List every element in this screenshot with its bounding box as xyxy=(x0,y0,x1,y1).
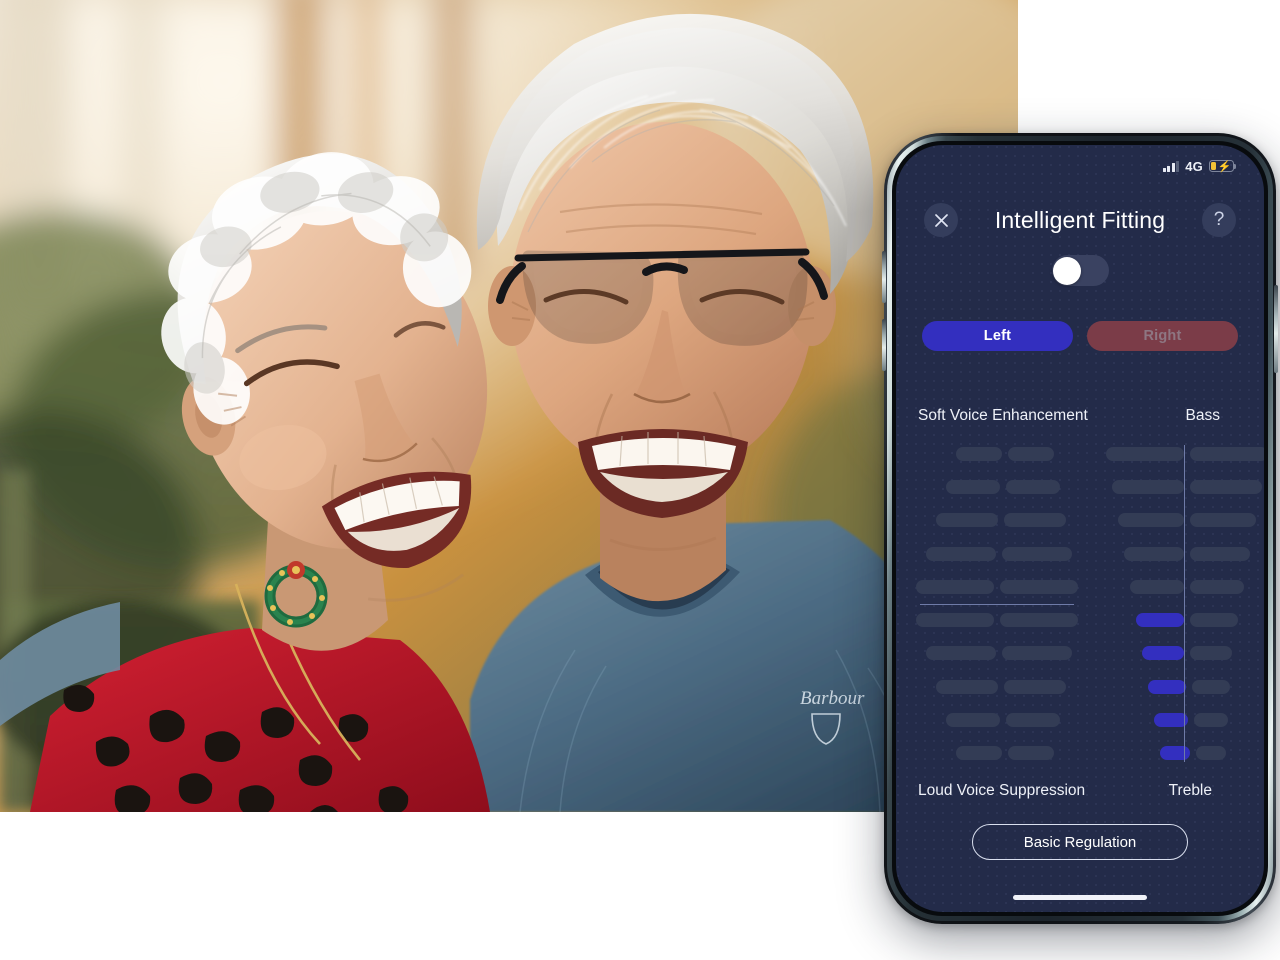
power-button[interactable] xyxy=(1274,285,1278,373)
eq-row[interactable] xyxy=(904,613,1078,628)
eq-pill[interactable] xyxy=(926,646,996,661)
voice-enhancement-suppression-slider[interactable] xyxy=(896,439,1092,768)
couple-photograph: Barbour xyxy=(0,0,1018,812)
volume-up-button[interactable] xyxy=(882,251,886,303)
eq-pill[interactable] xyxy=(1000,579,1078,594)
eq-pill[interactable] xyxy=(1002,546,1072,561)
eq-pill[interactable] xyxy=(946,480,1000,495)
eq-pill[interactable] xyxy=(926,546,996,561)
eq-pill[interactable] xyxy=(1194,712,1228,727)
phone-screen: 4G ⚡ Intelligent Fitting ? Left Right So… xyxy=(896,145,1264,912)
eq-pill[interactable] xyxy=(1008,447,1054,461)
basic-regulation-button[interactable]: Basic Regulation xyxy=(972,824,1188,860)
svg-text:Barbour: Barbour xyxy=(800,688,865,709)
column-separator xyxy=(1184,445,1185,762)
eq-pill[interactable] xyxy=(1190,646,1232,661)
bass-treble-slider[interactable] xyxy=(1092,439,1264,768)
eq-pill[interactable] xyxy=(1136,613,1184,628)
hero-photo: Barbour xyxy=(0,0,1018,812)
eq-row[interactable] xyxy=(1106,712,1264,727)
screen-header: Intelligent Fitting ? xyxy=(896,193,1264,247)
page-title: Intelligent Fitting xyxy=(994,206,1166,233)
eq-pill[interactable] xyxy=(1124,546,1184,561)
intelligent-fitting-toggle[interactable] xyxy=(1051,255,1109,286)
phone-mockup: 4G ⚡ Intelligent Fitting ? Left Right So… xyxy=(882,133,1278,924)
eq-pill[interactable] xyxy=(1190,613,1238,628)
home-indicator[interactable] xyxy=(1013,895,1147,900)
eq-pill[interactable] xyxy=(936,679,998,694)
eq-row[interactable] xyxy=(1106,480,1264,495)
eq-pill[interactable] xyxy=(956,447,1002,461)
equalizer-columns xyxy=(896,439,1264,768)
help-icon[interactable]: ? xyxy=(1202,203,1236,237)
eq-pill[interactable] xyxy=(1006,480,1060,495)
eq-pill[interactable] xyxy=(1004,513,1066,528)
eq-row[interactable] xyxy=(904,712,1078,727)
eq-pill[interactable] xyxy=(1118,513,1184,528)
eq-row[interactable] xyxy=(904,745,1078,760)
tab-left-ear[interactable]: Left xyxy=(922,321,1073,351)
eq-row[interactable] xyxy=(1106,513,1264,528)
screenshot-stage: Barbour 4G ⚡ Intelligent Fitting ? Left … xyxy=(0,0,1280,960)
eq-pill[interactable] xyxy=(1112,480,1184,495)
toggle-knob xyxy=(1053,256,1081,285)
eq-row[interactable] xyxy=(1106,745,1264,760)
eq-pill[interactable] xyxy=(1008,745,1054,760)
eq-pill[interactable] xyxy=(946,712,1000,727)
eq-pill[interactable] xyxy=(1190,480,1262,495)
volume-down-button[interactable] xyxy=(882,319,886,371)
eq-pill[interactable] xyxy=(1130,579,1184,594)
eq-pill[interactable] xyxy=(1142,646,1184,661)
eq-pill[interactable] xyxy=(1160,745,1190,760)
eq-pill[interactable] xyxy=(1190,447,1264,461)
ear-selector: Left Right xyxy=(922,321,1238,351)
eq-pill[interactable] xyxy=(936,513,998,528)
eq-row[interactable] xyxy=(1106,613,1264,628)
eq-row[interactable] xyxy=(1106,447,1264,461)
eq-pill[interactable] xyxy=(1190,513,1256,528)
cellular-signal-icon xyxy=(1162,160,1180,172)
eq-row[interactable] xyxy=(904,513,1078,528)
eq-pill[interactable] xyxy=(1000,613,1078,628)
eq-row[interactable] xyxy=(1106,679,1264,694)
eq-pill[interactable] xyxy=(1196,745,1226,760)
tab-right-ear[interactable]: Right xyxy=(1087,321,1238,351)
master-toggle-row xyxy=(896,255,1264,286)
eq-pill[interactable] xyxy=(1192,679,1230,694)
eq-row[interactable] xyxy=(1106,546,1264,561)
eq-pill[interactable] xyxy=(1002,646,1072,661)
left-column-center-divider xyxy=(920,603,1074,605)
eq-row[interactable] xyxy=(904,447,1078,461)
eq-pill[interactable] xyxy=(956,745,1002,760)
close-icon[interactable] xyxy=(924,203,958,237)
eq-row[interactable] xyxy=(904,480,1078,495)
eq-pill[interactable] xyxy=(916,579,994,594)
eq-pill[interactable] xyxy=(1106,447,1184,461)
eq-pill[interactable] xyxy=(1148,679,1186,694)
eq-row[interactable] xyxy=(904,546,1078,561)
eq-row[interactable] xyxy=(904,679,1078,694)
label-soft-voice-enhancement: Soft Voice Enhancement xyxy=(918,407,1088,424)
eq-pill[interactable] xyxy=(1190,546,1250,561)
eq-row[interactable] xyxy=(904,579,1078,594)
label-treble: Treble xyxy=(1168,782,1212,799)
eq-pill[interactable] xyxy=(1006,712,1060,727)
label-loud-voice-suppression: Loud Voice Suppression xyxy=(918,782,1086,799)
eq-row[interactable] xyxy=(1106,579,1264,594)
eq-pill[interactable] xyxy=(916,613,994,628)
network-label: 4G xyxy=(1185,158,1203,174)
status-bar: 4G ⚡ xyxy=(896,153,1264,179)
eq-pill[interactable] xyxy=(1154,712,1188,727)
eq-pill[interactable] xyxy=(1004,679,1066,694)
eq-row[interactable] xyxy=(1106,646,1264,661)
eq-row[interactable] xyxy=(904,646,1078,661)
eq-pill[interactable] xyxy=(1190,579,1244,594)
equalizer-panel: Soft Voice Enhancement Bass Loud Voice S… xyxy=(896,407,1264,800)
battery-charging-icon: ⚡ xyxy=(1209,159,1237,173)
label-bass: Bass xyxy=(1185,407,1220,424)
